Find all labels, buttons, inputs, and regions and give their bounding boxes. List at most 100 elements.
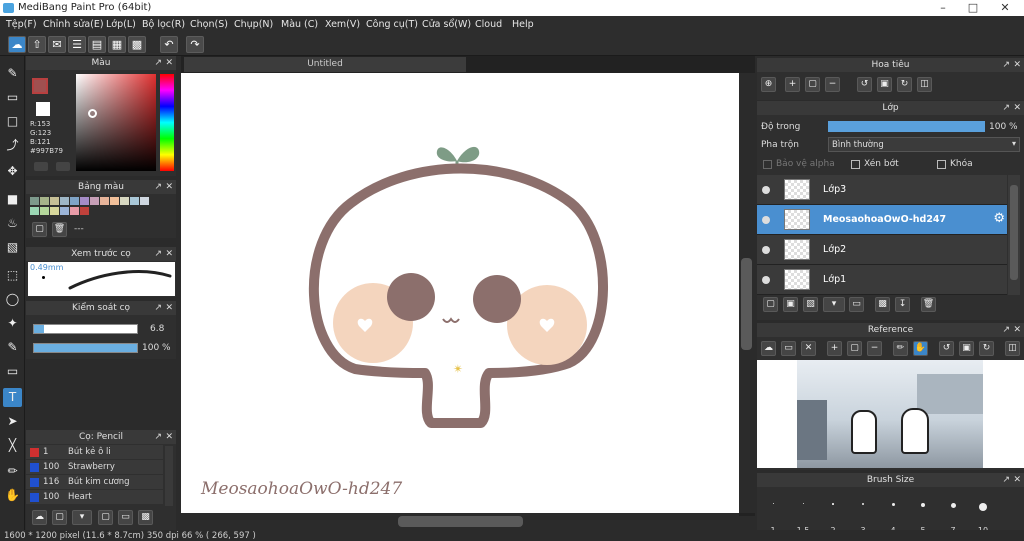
grid-icon[interactable]: ▩ [128, 36, 146, 53]
rotate-right-icon[interactable]: ↻ [897, 77, 912, 92]
clipping-checkbox[interactable] [851, 160, 860, 169]
palette-swatch[interactable] [80, 197, 89, 205]
brush-size-option[interactable]: 1 [758, 495, 788, 535]
panel-float-icon[interactable]: ↗ [1002, 473, 1010, 487]
reference-rotate-left-icon[interactable]: ↺ [939, 341, 954, 356]
panel-close-icon[interactable]: ✕ [1013, 473, 1021, 487]
rotate-left-icon[interactable]: ↺ [857, 77, 872, 92]
delete-color-icon[interactable]: 🗑 [52, 222, 67, 237]
share-icon[interactable]: ⇧ [28, 36, 46, 53]
palette-swatch[interactable] [130, 197, 139, 205]
zoom-fit-icon[interactable]: ⊕ [761, 77, 776, 92]
color-swap-button[interactable] [56, 162, 70, 171]
color-mode-button[interactable] [34, 162, 48, 171]
flip-icon[interactable]: ◫ [917, 77, 932, 92]
layer-row[interactable]: MeosaohoaOwO-hd247 ⚙ [757, 205, 1007, 235]
comment-icon[interactable]: ✉ [48, 36, 66, 53]
layer-scrollbar[interactable] [1008, 175, 1020, 295]
picker-handle[interactable] [88, 109, 97, 118]
brush-list-scrollbar[interactable] [165, 446, 173, 506]
brush-size-option[interactable]: 4 [878, 495, 908, 535]
new-brush-icon[interactable]: ▢ [52, 510, 67, 525]
reference-zoom-out-icon[interactable]: − [867, 341, 882, 356]
reference-hand-icon[interactable]: ✋ [913, 341, 928, 356]
zoom-in-icon[interactable]: + [785, 77, 800, 92]
eraser-tool-icon[interactable]: ▭ [3, 88, 22, 107]
reference-flip-icon[interactable]: ◫ [1005, 341, 1020, 356]
move-tool-icon[interactable]: ✥ [3, 162, 22, 181]
select-pen-icon[interactable]: ✎ [3, 338, 22, 357]
brush-list-item[interactable]: 100 Heart [26, 490, 163, 504]
palette-swatch[interactable] [30, 197, 39, 205]
panel-close-icon[interactable]: ✕ [165, 301, 173, 315]
layer-row[interactable]: Lớp2 [757, 235, 1007, 265]
magic-wand-icon[interactable]: ✦ [3, 314, 22, 333]
brush-list-item[interactable]: 100 Strawberry [26, 460, 163, 474]
palette-swatch[interactable] [60, 197, 69, 205]
horizontal-scrollbar[interactable] [181, 513, 739, 529]
folder-icon[interactable]: ▭ [118, 510, 133, 525]
panel-close-icon[interactable]: ✕ [165, 56, 173, 70]
drawing-canvas[interactable]: ✴ MeosaohoaOwO-hd247 [181, 73, 739, 513]
panel-float-icon[interactable]: ↗ [1002, 58, 1010, 72]
close-button[interactable]: ✕ [990, 0, 1020, 16]
brush-size-option[interactable]: 7 [938, 495, 968, 535]
palette-swatch[interactable] [40, 207, 49, 215]
reset-view-icon[interactable]: ▣ [877, 77, 892, 92]
delete-layer-icon[interactable]: 🗑 [921, 297, 936, 312]
add-color-icon[interactable]: ▢ [32, 222, 47, 237]
vertical-scroll-thumb[interactable] [741, 258, 752, 350]
menu-capture[interactable]: Chụp(N) [234, 19, 273, 30]
document-tab[interactable]: Untitled [184, 57, 466, 72]
background-color-swatch[interactable] [36, 102, 50, 116]
palette-swatch[interactable] [90, 197, 99, 205]
rectangle-tool-icon[interactable]: □ [3, 112, 22, 131]
palette-swatch[interactable] [40, 197, 49, 205]
duplicate-layer-icon[interactable]: ▩ [875, 297, 890, 312]
eye-icon[interactable] [762, 276, 770, 284]
add-layer-menu-icon[interactable]: ▾ [823, 297, 845, 312]
lock-checkbox[interactable] [937, 160, 946, 169]
palette-swatch[interactable] [140, 197, 149, 205]
palette-swatch[interactable] [110, 197, 119, 205]
comment-list-icon[interactable]: ☰ [68, 36, 86, 53]
select-eraser-icon[interactable]: ▭ [3, 362, 22, 381]
zoom-out-icon[interactable]: − [825, 77, 840, 92]
menu-select[interactable]: Chọn(S) [190, 19, 228, 30]
maximize-button[interactable]: □ [958, 0, 988, 16]
panel-close-icon[interactable]: ✕ [165, 430, 173, 444]
brush-tool-icon[interactable]: ✎ [3, 64, 22, 83]
palette-swatch[interactable] [120, 197, 129, 205]
eye-icon[interactable] [762, 216, 770, 224]
add-brush-icon[interactable]: ▾ [72, 510, 92, 525]
layer-row[interactable]: Lớp3 [757, 175, 1007, 205]
palette-swatch[interactable] [30, 207, 39, 215]
horizontal-scroll-thumb[interactable] [398, 516, 523, 527]
menu-filter[interactable]: Bộ lọc(R) [142, 19, 185, 30]
menu-edit[interactable]: Chỉnh sửa(E) [43, 19, 104, 30]
text-tool-icon[interactable]: T [3, 388, 22, 407]
palette-swatch[interactable] [70, 207, 79, 215]
reference-view[interactable] [757, 360, 1024, 468]
hand-tool-icon[interactable]: ✋ [3, 486, 22, 505]
layer-opacity-slider[interactable] [828, 121, 985, 132]
duplicate-icon[interactable]: ▩ [138, 510, 153, 525]
merge-layer-icon[interactable]: ↧ [895, 297, 910, 312]
reference-eyedropper-icon[interactable]: ✏ [893, 341, 908, 356]
new-8bit-layer-icon[interactable]: ▧ [803, 297, 818, 312]
layer-row[interactable]: Lớp1 [757, 265, 1007, 295]
reference-reset-icon[interactable]: ▣ [959, 341, 974, 356]
lasso-tool-icon[interactable]: ◯ [3, 290, 22, 309]
panel-float-icon[interactable]: ↗ [1002, 101, 1010, 115]
brush-size-slider[interactable] [33, 324, 138, 334]
panel-float-icon[interactable]: ↗ [154, 430, 162, 444]
page-manager-icon[interactable]: ▦ [108, 36, 126, 53]
brush-size-option[interactable]: 5 [908, 495, 938, 535]
undo-icon[interactable]: ↶ [160, 36, 178, 53]
minimize-button[interactable]: – [928, 0, 958, 16]
copy-brush-icon[interactable]: ▢ [98, 510, 113, 525]
palette-more[interactable]: --- [74, 224, 84, 234]
eye-icon[interactable] [762, 246, 770, 254]
menu-cloud[interactable]: Cloud [475, 19, 502, 30]
brush-size-option[interactable]: 1.5 [788, 495, 818, 535]
